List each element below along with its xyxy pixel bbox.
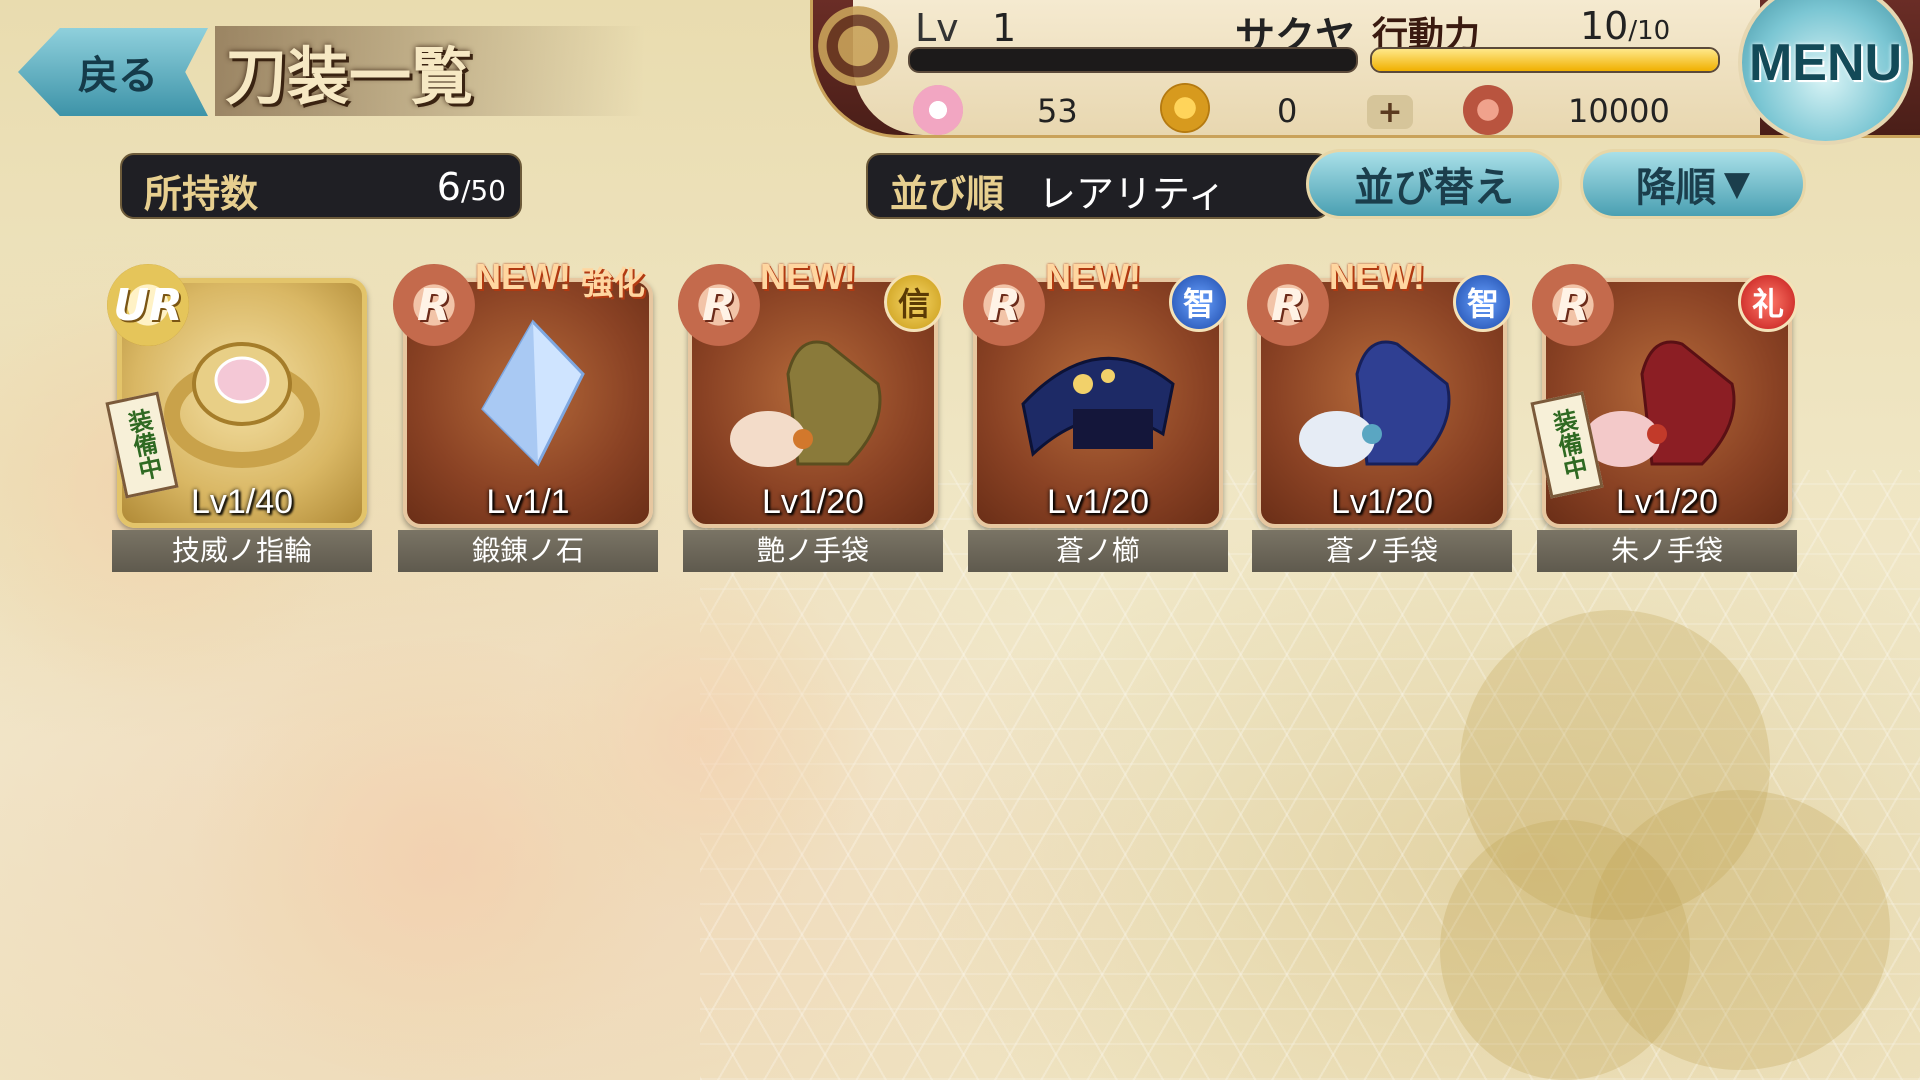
inventory-count-value: 6/50 (437, 165, 506, 209)
equipment-card[interactable]: R NEW! 智 Lv1/20 (963, 256, 1229, 528)
rarity-badge: UR (107, 264, 189, 346)
stamina-current: 10 (1580, 4, 1629, 48)
item-image (157, 314, 327, 474)
item-image (443, 314, 613, 474)
sakura-currency-value: 53 (1037, 92, 1078, 130)
order-label: 降順 (1635, 164, 1716, 211)
level-label: Lv (915, 6, 959, 50)
card-level: Lv1/20 (1330, 483, 1434, 521)
attribute-badge-icon: 礼 (1738, 272, 1798, 332)
item-image (728, 314, 898, 474)
enhance-badge: 強化 (581, 264, 646, 302)
inventory-count-current: 6 (436, 165, 461, 209)
item-image (1297, 314, 1467, 474)
equipment-card[interactable]: R NEW! 智 Lv1/20 (1247, 256, 1513, 528)
coin-currency-icon (1160, 83, 1210, 133)
card-name-label: 艶ノ手袋 (683, 530, 943, 572)
order-toggle-button[interactable]: 降順 ▼ (1580, 149, 1806, 219)
coin-currency-value: 0 (1277, 92, 1298, 130)
item-image (1582, 314, 1752, 474)
rarity-badge: R (678, 264, 760, 346)
new-badge: NEW! (1045, 256, 1141, 297)
equipment-card[interactable]: R NEW! 強化 Lv1/1 (393, 256, 653, 528)
inventory-count-max: /50 (460, 174, 506, 207)
card-name-label: 朱ノ手袋 (1537, 530, 1797, 572)
attribute-badge-icon: 智 (1453, 272, 1513, 332)
card-name-label: 蒼ノ手袋 (1252, 530, 1512, 572)
equipment-card[interactable]: UR 装備中 Lv1/40 (105, 264, 367, 528)
exp-bar (908, 47, 1358, 73)
card-level: Lv1/20 (761, 483, 865, 521)
card-level: Lv1/40 (190, 483, 294, 521)
sort-order-display: 並び順 レアリティ (866, 153, 1330, 219)
stamina-bar-fill (1372, 49, 1718, 71)
stamina-max: /10 (1628, 16, 1671, 46)
card-name-label: 蒼ノ櫛 (968, 530, 1228, 572)
card-name-label: 技威ノ指輪 (112, 530, 372, 572)
triangle-down-icon: ▼ (1723, 164, 1751, 204)
rarity-badge: R (1247, 264, 1329, 346)
equipment-card[interactable]: R 礼装備中 Lv1/20 (1530, 264, 1798, 528)
sort-order-value: レアリティ (1038, 172, 1226, 216)
card-level: Lv1/1 (486, 483, 570, 521)
card-level: Lv1/20 (1615, 483, 1719, 521)
card-level: Lv1/20 (1046, 483, 1150, 521)
stamina-bar (1370, 47, 1720, 73)
token-currency-value: 10000 (1568, 92, 1670, 130)
token-currency-icon (1463, 85, 1513, 135)
attribute-badge-icon: 智 (1169, 272, 1229, 332)
sakura-currency-icon (913, 85, 963, 135)
back-button[interactable]: 戻る (18, 28, 208, 116)
page-title: 刀装一覧 (215, 26, 645, 116)
sort-button[interactable]: 並び替え (1306, 149, 1562, 219)
item-image (1013, 314, 1183, 474)
rarity-badge: R (963, 264, 1045, 346)
clan-crest-icon (818, 6, 898, 86)
new-badge: NEW! (475, 256, 571, 297)
stamina-value: 10/10 (1580, 4, 1670, 48)
rarity-badge: R (1532, 264, 1614, 346)
sort-order-label: 並び順 (890, 171, 1005, 216)
level-value: 1 (992, 6, 1017, 50)
inventory-count-box: 所持数 6/50 (120, 153, 522, 219)
inventory-count-label: 所持数 (144, 171, 259, 216)
rarity-badge: R (393, 264, 475, 346)
background-clover (1440, 820, 1690, 1080)
add-currency-plus-icon[interactable]: + (1367, 95, 1413, 130)
background-peony (520, 560, 880, 920)
attribute-badge-icon: 信 (884, 272, 944, 332)
new-badge: NEW! (760, 256, 856, 297)
new-badge: NEW! (1329, 256, 1425, 297)
card-name-label: 鍛錬ノ石 (398, 530, 658, 572)
equipment-card[interactable]: R NEW! 信 Lv1/20 (678, 256, 944, 528)
